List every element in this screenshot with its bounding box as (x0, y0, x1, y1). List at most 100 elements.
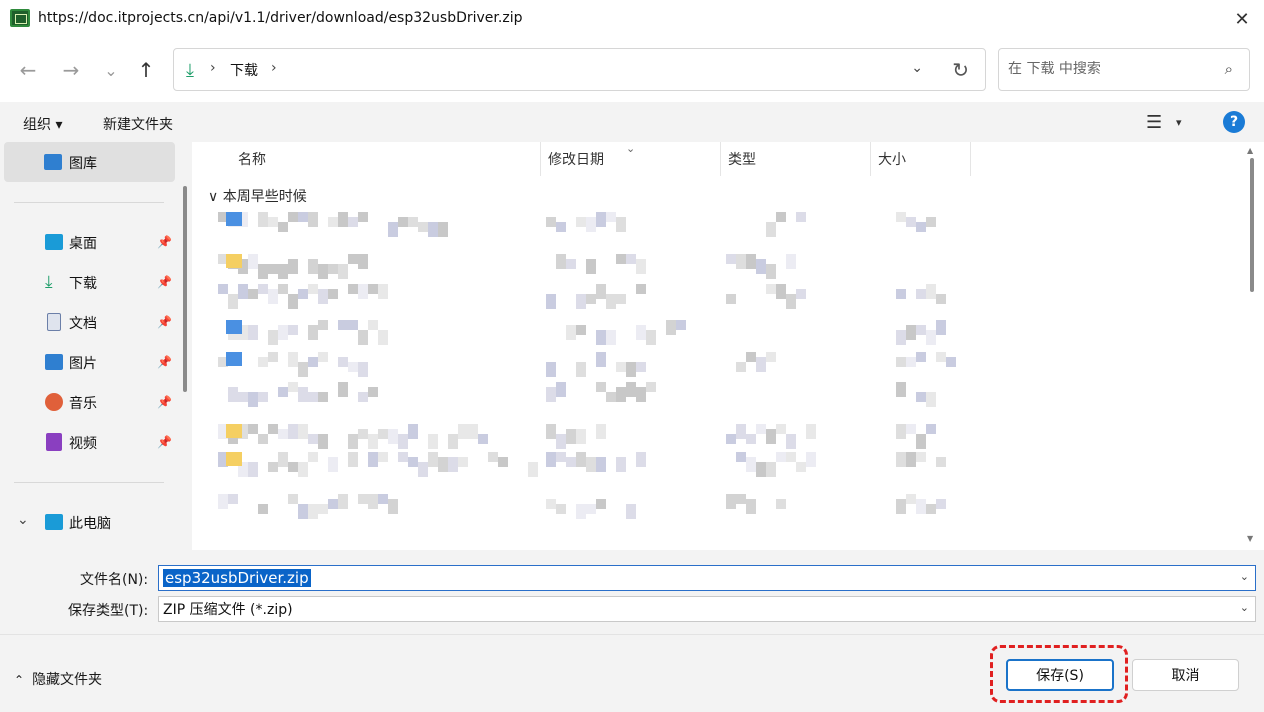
filename-value[interactable]: esp32usbDriver.zip (163, 569, 311, 587)
pixelated-block (926, 392, 936, 407)
sidebar-item-music[interactable]: 音乐 📌 (0, 382, 180, 422)
pixelated-block (228, 294, 238, 309)
address-bar[interactable]: ⤓ › 下载 › ⌄ ↻ (173, 48, 986, 91)
navigation-pane: 图库 桌面 📌 ⤓ 下载 📌 文档 📌 图片 📌 音乐 📌 视频 📌 ⌄ 此电脑 (0, 142, 192, 550)
filetype-dropdown-icon[interactable]: ⌄ (1240, 601, 1249, 614)
pixelated-block (546, 217, 556, 227)
pixelated-block (368, 434, 378, 449)
pixelated-block (368, 452, 378, 467)
organize-button[interactable]: 组织 ▾ (23, 114, 62, 134)
chevron-down-icon[interactable]: ⌄ (17, 512, 29, 528)
pixelated-block (636, 284, 646, 294)
pixelated-block (776, 499, 786, 509)
breadcrumb-separator-trailing[interactable]: › (271, 60, 277, 76)
pixelated-block (528, 462, 538, 477)
column-header-type[interactable]: 类型 (728, 142, 756, 176)
pixelated-block (926, 504, 936, 514)
pixelated-block (916, 222, 926, 232)
pixelated-block (298, 362, 308, 377)
sidebar-item-gallery[interactable]: 图库 (4, 142, 175, 182)
column-header-name[interactable]: 名称 (238, 142, 266, 176)
up-button[interactable]: ↑ (132, 56, 160, 84)
recent-locations-button[interactable]: ⌄ (97, 56, 125, 84)
column-separator[interactable] (540, 142, 541, 176)
download-icon: ⤓ (45, 272, 53, 292)
column-separator[interactable] (970, 142, 971, 176)
pixelated-block (906, 357, 916, 367)
search-icon[interactable]: ⌕ (1225, 60, 1233, 78)
sidebar-scrollbar[interactable] (183, 186, 187, 392)
pixelated-block (258, 284, 268, 294)
content-scrollbar[interactable] (1250, 158, 1254, 292)
pixelated-block (906, 452, 916, 467)
pixelated-block (318, 392, 328, 402)
filetype-select[interactable]: ZIP 压缩文件 (*.zip) ⌄ (158, 596, 1256, 622)
pin-icon: 📌 (157, 395, 172, 409)
sidebar-item-desktop[interactable]: 桌面 📌 (0, 222, 180, 262)
pixelated-block (746, 457, 756, 472)
column-separator[interactable] (720, 142, 721, 176)
pixelated-block (626, 362, 636, 377)
cancel-button[interactable]: 取消 (1132, 659, 1239, 691)
pin-icon: 📌 (157, 435, 172, 449)
sidebar-item-downloads[interactable]: ⤓ 下载 📌 (0, 262, 180, 302)
filename-field[interactable]: esp32usbDriver.zip ⌄ (158, 565, 1256, 591)
help-icon[interactable]: ? (1223, 111, 1245, 133)
dialog-footer: ⌃ 隐藏文件夹 保存(S) 取消 (0, 634, 1264, 712)
pixelated-block (338, 357, 348, 367)
back-button[interactable]: ← (14, 56, 42, 84)
pixelated-block (338, 494, 348, 509)
pixelated-block (636, 259, 646, 274)
search-input[interactable] (1008, 61, 1208, 77)
forward-button[interactable]: → (57, 56, 85, 84)
sidebar-item-videos[interactable]: 视频 📌 (0, 422, 180, 462)
scroll-up-arrow-icon[interactable]: ▲ (1247, 146, 1253, 155)
pixelated-block (766, 352, 776, 362)
pixelated-block (726, 294, 736, 304)
pixelated-block (896, 212, 906, 222)
pixelated-block (756, 424, 766, 434)
pixelated-block (238, 392, 248, 402)
column-header-modified[interactable]: 修改日期 (548, 142, 604, 176)
filetype-value[interactable]: ZIP 压缩文件 (*.zip) (163, 599, 293, 619)
pixelated-block (556, 434, 566, 449)
hide-folders-toggle[interactable]: ⌃ 隐藏文件夹 (14, 669, 102, 689)
column-header-size[interactable]: 大小 (878, 142, 906, 176)
pixelated-block (896, 499, 906, 514)
pixelated-block (546, 294, 556, 309)
breadcrumb-downloads[interactable]: 下载 (230, 60, 258, 80)
sidebar-item-pictures[interactable]: 图片 📌 (0, 342, 180, 382)
pixelated-block (586, 457, 596, 472)
view-list-icon[interactable]: ☰ (1146, 112, 1162, 133)
group-header[interactable]: ∨ 本周早些时候 (208, 186, 307, 206)
pixelated-block (906, 424, 916, 434)
pixelated-block (258, 212, 268, 227)
pixelated-block (616, 387, 626, 402)
sidebar-item-label: 视频 (69, 436, 97, 452)
pixelated-block (566, 457, 576, 467)
filename-dropdown-icon[interactable]: ⌄ (1240, 570, 1249, 583)
scroll-down-arrow-icon[interactable]: ▼ (1247, 534, 1253, 543)
pixelated-block (308, 434, 318, 444)
pixelated-block (358, 429, 368, 439)
pixelated-block (546, 362, 556, 377)
sidebar-item-documents[interactable]: 文档 📌 (0, 302, 180, 342)
column-separator[interactable] (870, 142, 871, 176)
pixelated-block (546, 387, 556, 402)
address-dropdown-icon[interactable]: ⌄ (911, 60, 923, 76)
view-options-dropdown[interactable]: ▾ (1176, 116, 1182, 129)
pixelated-block (348, 452, 358, 467)
new-folder-button[interactable]: 新建文件夹 (103, 114, 173, 134)
sidebar-item-this-pc[interactable]: ⌄ 此电脑 (0, 502, 180, 542)
pixelated-block (786, 434, 796, 449)
save-button[interactable]: 保存(S) (1006, 659, 1114, 691)
pixelated-block (338, 320, 348, 330)
pixelated-block (776, 424, 786, 434)
pixelated-block (576, 362, 586, 377)
close-button[interactable]: ✕ (1220, 0, 1264, 38)
pixelated-block (308, 212, 318, 227)
refresh-icon[interactable]: ↻ (952, 58, 969, 82)
search-box[interactable]: ⌕ (998, 48, 1250, 91)
pixelated-block (616, 217, 626, 232)
pixelated-block (318, 352, 328, 362)
